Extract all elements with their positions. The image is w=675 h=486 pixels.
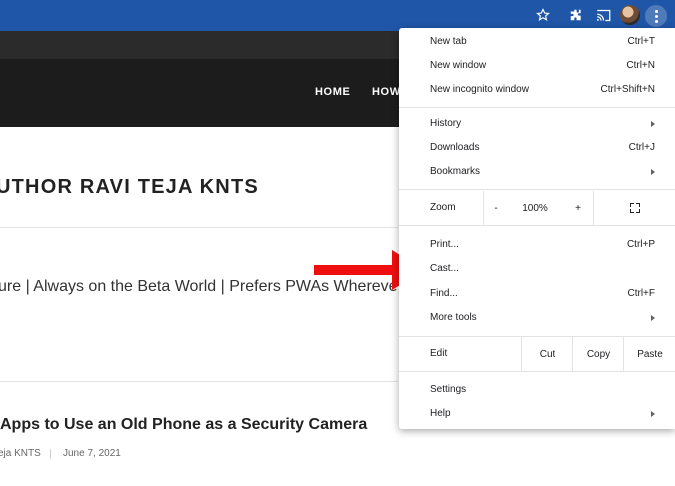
menu-separator bbox=[399, 225, 675, 226]
menu-item-label: Settings bbox=[430, 384, 467, 395]
post-title-link[interactable]: Apps to Use an Old Phone as a Security C… bbox=[0, 416, 367, 434]
menu-item-new-window[interactable]: New window Ctrl+N bbox=[399, 54, 675, 78]
submenu-arrow-icon bbox=[651, 411, 655, 417]
menu-item-shortcut: Ctrl+T bbox=[627, 36, 656, 47]
menu-item-downloads[interactable]: Downloads Ctrl+J bbox=[399, 136, 675, 160]
author-heading: UTHOR RAVI TEJA KNTS bbox=[0, 176, 259, 198]
post-date: June 7, 2021 bbox=[63, 448, 121, 459]
copy-button[interactable]: Copy bbox=[572, 337, 624, 371]
menu-item-label: Downloads bbox=[430, 142, 480, 153]
avatar[interactable] bbox=[620, 5, 640, 25]
nav-home-link[interactable]: HOME bbox=[315, 86, 350, 98]
menu-item-shortcut: Ctrl+J bbox=[628, 142, 655, 153]
copy-label: Copy bbox=[586, 348, 611, 360]
fullscreen-button[interactable] bbox=[593, 191, 675, 225]
menu-item-settings[interactable]: Settings bbox=[399, 378, 675, 402]
cut-label: Cut bbox=[539, 348, 556, 360]
menu-item-shortcut: Ctrl+P bbox=[626, 239, 655, 250]
menu-item-shortcut: Ctrl+Shift+N bbox=[600, 84, 655, 95]
menu-item-shortcut: Ctrl+N bbox=[626, 60, 655, 71]
menu-separator bbox=[399, 189, 675, 190]
menu-item-label: Cast... bbox=[430, 263, 459, 274]
menu-item-bookmarks[interactable]: Bookmarks bbox=[399, 160, 675, 184]
zoom-row: Zoom - 100% + bbox=[399, 191, 675, 225]
zoom-in-button[interactable]: + bbox=[563, 191, 593, 225]
paste-button[interactable]: Paste bbox=[623, 337, 675, 371]
cut-button[interactable]: Cut bbox=[521, 337, 573, 371]
post-author-link[interactable]: eja KNTS bbox=[0, 448, 41, 459]
zoom-out-label: - bbox=[494, 202, 498, 214]
menu-separator bbox=[399, 107, 675, 108]
menu-item-label: More tools bbox=[430, 312, 477, 323]
cast-icon[interactable] bbox=[593, 5, 613, 25]
menu-item-find[interactable]: Find... Ctrl+F bbox=[399, 282, 675, 306]
menu-dots-icon[interactable] bbox=[645, 5, 667, 27]
menu-item-help[interactable]: Help bbox=[399, 402, 675, 426]
submenu-arrow-icon bbox=[651, 121, 655, 127]
chrome-menu: New tab Ctrl+T New window Ctrl+N New inc… bbox=[399, 28, 675, 429]
edit-label: Edit bbox=[430, 348, 448, 359]
author-bio: ure | Always on the Beta World | Prefers… bbox=[0, 278, 398, 295]
menu-item-label: Find... bbox=[430, 288, 458, 299]
menu-item-new-incognito-window[interactable]: New incognito window Ctrl+Shift+N bbox=[399, 78, 675, 102]
menu-separator bbox=[399, 371, 675, 372]
zoom-value-label: 100% bbox=[522, 202, 548, 214]
edit-row: Edit Cut Copy Paste bbox=[399, 337, 675, 371]
menu-item-label: New tab bbox=[430, 36, 467, 47]
menu-item-label: New window bbox=[430, 60, 487, 71]
paste-label: Paste bbox=[637, 348, 663, 360]
zoom-label: Zoom bbox=[430, 202, 456, 213]
menu-item-label: Print... bbox=[430, 239, 459, 250]
meta-separator bbox=[50, 449, 51, 459]
divider bbox=[0, 227, 398, 228]
menu-item-new-tab[interactable]: New tab Ctrl+T bbox=[399, 30, 675, 54]
fullscreen-icon bbox=[630, 203, 640, 213]
divider bbox=[0, 381, 398, 382]
star-icon[interactable] bbox=[533, 5, 553, 25]
zoom-value: 100% bbox=[507, 191, 563, 225]
menu-item-label: Bookmarks bbox=[430, 166, 481, 177]
menu-item-label: New incognito window bbox=[430, 84, 529, 95]
menu-item-label: Help bbox=[430, 408, 451, 419]
nav-how-link[interactable]: HOW bbox=[372, 86, 401, 98]
menu-item-cast[interactable]: Cast... bbox=[399, 257, 675, 281]
menu-item-shortcut: Ctrl+F bbox=[627, 288, 656, 299]
menu-item-history[interactable]: History bbox=[399, 112, 675, 136]
submenu-arrow-icon bbox=[651, 169, 655, 175]
menu-item-label: History bbox=[430, 118, 462, 129]
submenu-arrow-icon bbox=[651, 315, 655, 321]
zoom-out-button[interactable]: - bbox=[483, 191, 508, 225]
zoom-in-label: + bbox=[575, 202, 581, 214]
menu-item-more-tools[interactable]: More tools bbox=[399, 306, 675, 330]
extensions-icon[interactable] bbox=[566, 5, 586, 25]
menu-item-print[interactable]: Print... Ctrl+P bbox=[399, 233, 675, 257]
red-arrow-shaft bbox=[314, 265, 396, 275]
